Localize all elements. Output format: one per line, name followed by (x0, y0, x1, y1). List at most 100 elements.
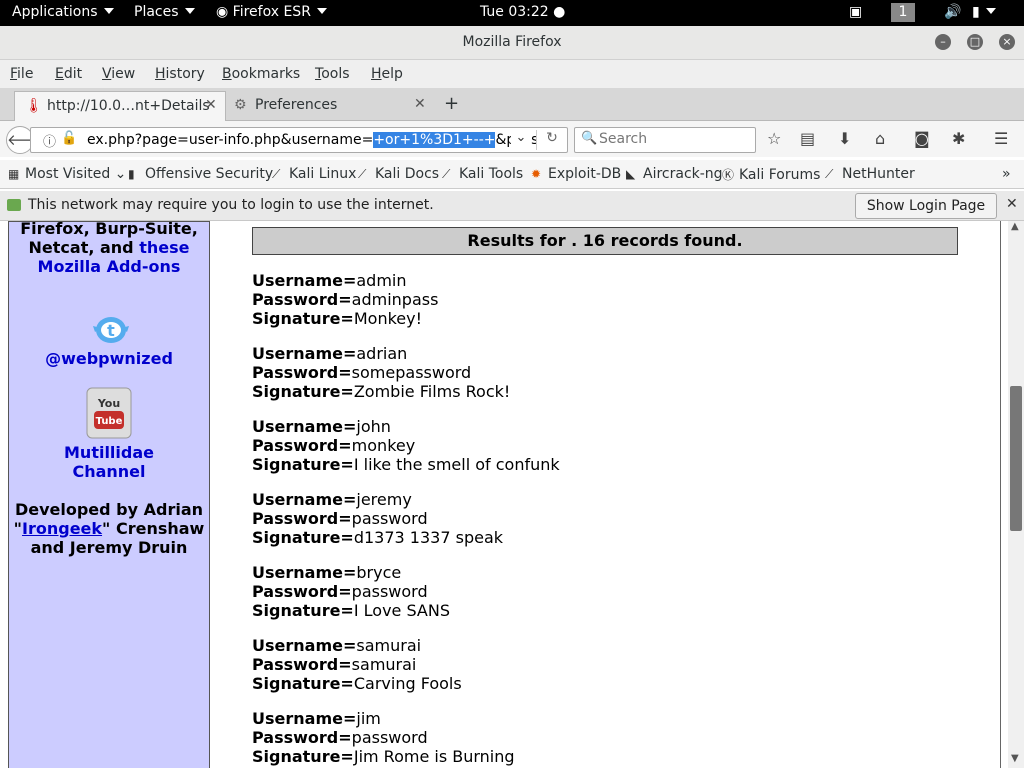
developer-credit-line3: and Jeremy Druin (30, 538, 188, 557)
url-selection: +or+1%3D1+--+ (373, 132, 496, 148)
scroll-up-icon[interactable]: ▲ (1011, 221, 1019, 232)
maximize-button[interactable]: □ (967, 34, 983, 50)
kali-icon: ⟋ (825, 167, 834, 181)
sidebar-text-line2: Netcat, and these (28, 238, 190, 257)
firefox-app-menu[interactable]: ◉ Firefox ESR (216, 4, 327, 20)
menu-history[interactable]: History (155, 66, 205, 82)
bookmarks-overflow-icon[interactable]: » (1002, 166, 1011, 182)
pocket-icon[interactable]: ◙ (914, 129, 930, 148)
scroll-down-icon[interactable]: ▼ (1011, 753, 1019, 764)
youtube-link-line1[interactable]: Mutillidae (9, 443, 209, 462)
record-password: password (351, 728, 428, 747)
places-menu[interactable]: Places (134, 4, 195, 20)
kali-forums-icon: Ⓚ (722, 168, 735, 182)
record-password: password (351, 582, 428, 601)
menu-view[interactable]: View (102, 66, 135, 82)
record-password: adminpass (351, 290, 439, 309)
bookmark-nethunter[interactable]: ⟋ NetHunter (825, 166, 915, 182)
network-icon (7, 199, 21, 211)
kali-icon: ⟋ (272, 167, 281, 181)
applications-menu[interactable]: Applications (12, 4, 114, 20)
page-content: Firefox, Burp-Suite, Netcat, and these M… (0, 221, 1024, 768)
power-menu[interactable]: ▮ (972, 4, 996, 20)
record-username: bryce (356, 563, 402, 582)
content-border (1000, 221, 1001, 768)
scrollbar-thumb[interactable] (1010, 386, 1022, 531)
close-notification-icon[interactable]: ✕ (1006, 196, 1018, 212)
these-link[interactable]: these (139, 238, 189, 257)
record-7: Username=jim Password=password Signature… (252, 709, 515, 766)
workspace-indicator[interactable]: 1 (891, 3, 915, 22)
irongeek-link[interactable]: Irongeek (22, 519, 102, 538)
bookmark-most-visited[interactable]: ▦ Most Visited ⌄ (8, 166, 126, 182)
video-icon[interactable]: ▣ (849, 4, 862, 20)
gnome-top-bar: Applications Places ◉ Firefox ESR Tue 03… (0, 0, 1024, 26)
mozilla-addons-link[interactable]: Mozilla Add-ons (9, 257, 209, 276)
reload-icon[interactable]: ↻ (536, 130, 567, 150)
bookmark-kali-linux[interactable]: ⟋ Kali Linux (272, 166, 356, 182)
record-6: Username=samurai Password=samurai Signat… (252, 636, 462, 693)
bookmark-kali-tools[interactable]: ⟋ Kali Tools (442, 166, 523, 182)
notification-text: This network may require you to login to… (28, 197, 434, 213)
sidebar: Firefox, Burp-Suite, Netcat, and these M… (8, 221, 210, 768)
twitter-link[interactable]: @webpwnized (9, 349, 209, 368)
record-username: john (356, 417, 391, 436)
clock[interactable]: Tue 03:22 ● (480, 4, 565, 20)
close-tab-icon[interactable]: ✕ (205, 97, 217, 113)
menu-help[interactable]: Help (371, 66, 403, 82)
show-login-page-button[interactable]: Show Login Page (855, 193, 997, 219)
bookmark-offensive-security[interactable]: ▮ Offensive Security (128, 166, 273, 182)
extension-icon[interactable]: ✱ (952, 129, 965, 148)
developer-credit-line1: Developed by Adrian (14, 500, 204, 519)
kali-icon: ⟋ (442, 167, 451, 181)
search-bar[interactable]: 🔍 Search (574, 127, 756, 153)
record-password: somepassword (351, 363, 472, 382)
close-window-button[interactable]: × (999, 34, 1015, 50)
bookmark-star-icon[interactable]: ☆ (767, 129, 781, 148)
sidebar-text-line1: Firefox, Burp-Suite, (20, 221, 198, 238)
hamburger-menu-icon[interactable]: ☰ (994, 129, 1008, 148)
record-signature: Jim Rome is Burning (353, 747, 515, 766)
menu-file[interactable]: File (10, 66, 33, 82)
home-icon[interactable]: ⌂ (875, 129, 885, 148)
new-tab-button[interactable]: + (444, 93, 459, 122)
window-title: Mozilla Firefox (462, 34, 562, 50)
results-header: Results for . 16 records found. (252, 227, 958, 255)
info-icon[interactable]: ⓘ (43, 131, 56, 150)
battery-icon: ▮ (972, 4, 980, 20)
bookmark-kali-forums[interactable]: Ⓚ Kali Forums (722, 166, 820, 183)
bookmark-exploit-db[interactable]: ✹ Exploit-DB (531, 166, 621, 182)
record-signature: I like the smell of confunk (353, 455, 560, 474)
url-bar[interactable]: ⓘ 🔓 ex.php?page=user-info.php&username=+… (30, 127, 568, 153)
gear-icon: ⚙ (234, 97, 247, 113)
record-username: adrian (356, 344, 408, 363)
youtube-icon[interactable]: You Tube (86, 387, 132, 439)
menu-tools[interactable]: Tools (315, 66, 350, 82)
minimize-button[interactable]: – (935, 34, 951, 50)
record-signature: Monkey! (353, 309, 422, 328)
chevron-down-icon[interactable]: ⌄ (511, 130, 531, 150)
record-3: Username=john Password=monkey Signature=… (252, 417, 560, 474)
kali-icon: ⟋ (358, 167, 367, 181)
insecure-lock-icon[interactable]: 🔓 (61, 131, 77, 146)
firefox-icon: ◉ (216, 4, 229, 20)
volume-icon[interactable]: 🔊 (944, 4, 961, 20)
record-username: jim (356, 709, 381, 728)
bookmark-aircrack-ng[interactable]: ◣ Aircrack-ng (626, 166, 723, 182)
menu-edit[interactable]: Edit (55, 66, 82, 82)
svg-text:Tube: Tube (96, 416, 123, 427)
tab-user-info[interactable]: 🌡 http://10.0…nt+Details ✕ (14, 91, 226, 121)
record-signature: Carving Fools (353, 674, 462, 693)
window-titlebar: Mozilla Firefox – □ × (0, 26, 1024, 60)
youtube-link-line2[interactable]: Channel (9, 462, 209, 481)
downloads-icon[interactable]: ⬇ (838, 129, 851, 148)
bookmark-kali-docs[interactable]: ⟋ Kali Docs (358, 166, 439, 182)
tab-preferences[interactable]: ⚙ Preferences ✕ (226, 91, 436, 120)
aircrack-icon: ◣ (626, 167, 636, 181)
twitter-bird-icon[interactable]: t (87, 312, 135, 346)
offsec-icon: ▮ (128, 167, 135, 181)
search-icon: 🔍 (581, 131, 598, 146)
menu-bookmarks[interactable]: Bookmarks (222, 66, 300, 82)
close-tab-icon[interactable]: ✕ (414, 96, 426, 112)
reading-list-icon[interactable]: ▤ (800, 129, 815, 148)
